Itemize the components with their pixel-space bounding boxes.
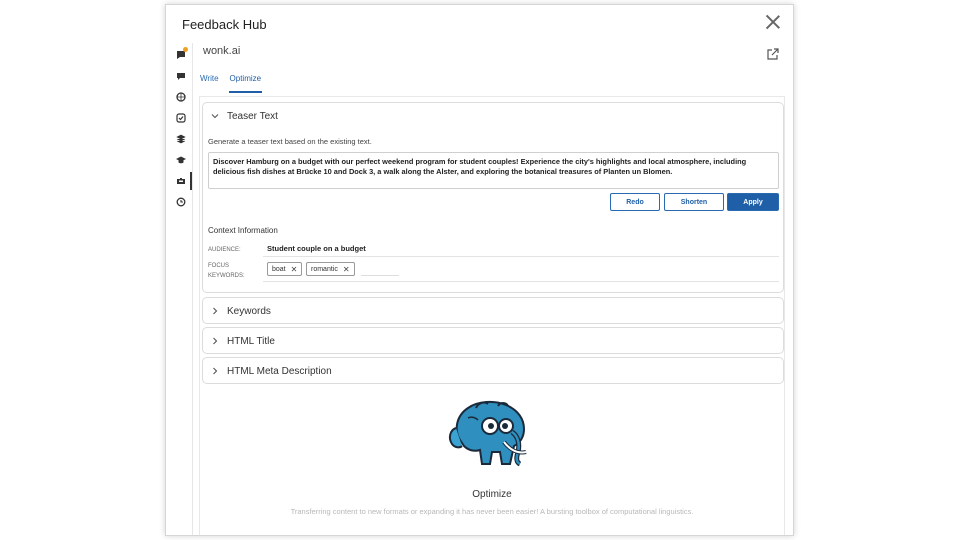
html-meta-description-title: HTML Meta Description — [227, 365, 332, 377]
teaser-text-card: Teaser Text Generate a teaser text based… — [202, 102, 784, 293]
keywords-underline — [263, 281, 779, 282]
shorten-button[interactable]: Shorten — [664, 193, 724, 211]
notification-dot — [183, 47, 188, 52]
teaser-text-title: Teaser Text — [227, 110, 278, 122]
tab-write[interactable]: Write — [199, 73, 220, 93]
apply-button[interactable]: Apply — [727, 193, 779, 211]
context-information-title: Context Information — [208, 226, 278, 235]
remove-keyword-icon[interactable]: ✕ — [291, 265, 298, 274]
keywords-title: Keywords — [227, 305, 271, 317]
feedback-hub-panel: Feedback Hub wonk.ai Write Optimize Teas… — [165, 4, 794, 536]
panel-title: Feedback Hub — [182, 17, 267, 32]
keyword-chip: boat ✕ — [267, 262, 303, 276]
audience-value[interactable]: Student couple on a budget — [267, 244, 366, 253]
focus-keywords-label-line1: FOCUS — [208, 263, 229, 269]
chevron-right-icon — [213, 307, 218, 315]
wonk-icon[interactable] — [171, 172, 192, 190]
icon-rail — [166, 43, 193, 535]
chat-icon[interactable] — [171, 67, 191, 85]
open-external-icon[interactable] — [767, 48, 779, 60]
mode-tabs: Write Optimize — [199, 73, 263, 93]
audience-underline — [263, 256, 779, 257]
empty-state-title: Optimize — [472, 489, 512, 500]
remove-keyword-icon[interactable]: ✕ — [343, 265, 350, 274]
empty-state-description: Transferring content to new formats or e… — [290, 507, 694, 516]
app-name: wonk.ai — [203, 45, 241, 57]
redo-button[interactable]: Redo — [610, 193, 660, 211]
feedback-icon[interactable] — [171, 46, 191, 64]
teaser-description: Generate a teaser text based on the exis… — [208, 137, 372, 146]
tab-optimize[interactable]: Optimize — [228, 73, 263, 93]
audience-label: AUDIENCE: — [208, 247, 241, 253]
chevron-right-icon — [213, 367, 218, 375]
keyword-chip: romantic ✕ — [306, 262, 355, 276]
keyword-chip-label: boat — [272, 265, 286, 273]
optimize-content: Teaser Text Generate a teaser text based… — [199, 96, 785, 535]
html-meta-description-card[interactable]: HTML Meta Description — [202, 357, 784, 384]
html-title-card[interactable]: HTML Title — [202, 327, 784, 354]
focus-keywords-label-line2: KEYWORDS: — [208, 273, 245, 279]
timer-icon[interactable] — [171, 193, 191, 211]
active-indicator — [190, 172, 192, 190]
globe-icon[interactable] — [171, 88, 191, 106]
html-title-title: HTML Title — [227, 335, 275, 347]
graduation-cap-icon[interactable] — [171, 151, 191, 169]
chevron-right-icon — [213, 337, 218, 345]
add-keyword-input[interactable] — [361, 261, 399, 276]
chevron-down-icon — [211, 114, 219, 119]
checklist-icon[interactable] — [171, 109, 191, 127]
mammoth-mascot-illustration — [448, 400, 527, 467]
layers-icon[interactable] — [171, 130, 191, 148]
keywords-card[interactable]: Keywords — [202, 297, 784, 324]
teaser-text-header[interactable]: Teaser Text — [203, 103, 783, 129]
keyword-chip-label: romantic — [311, 265, 338, 273]
close-icon[interactable] — [765, 14, 781, 30]
teaser-textarea[interactable]: Discover Hamburg on a budget with our pe… — [208, 152, 779, 189]
